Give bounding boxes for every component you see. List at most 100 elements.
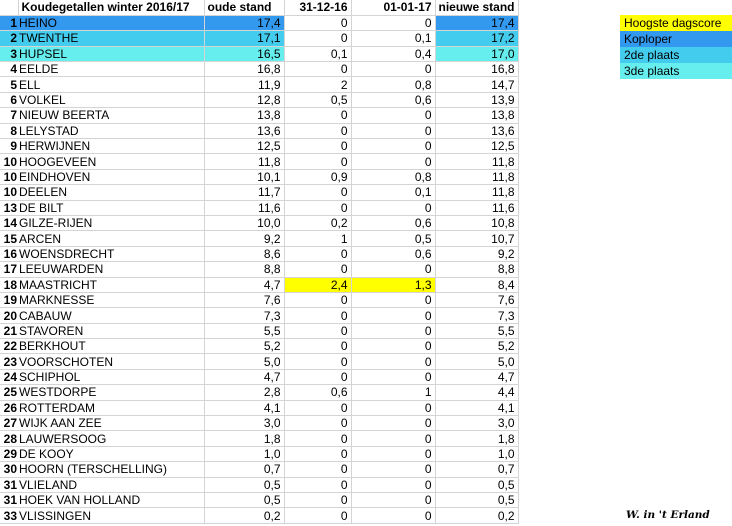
- day2-score-cell[interactable]: 0: [351, 61, 436, 78]
- day2-score-cell[interactable]: 0: [351, 415, 436, 432]
- new-score-cell[interactable]: 4,4: [435, 384, 519, 401]
- day1-score-cell[interactable]: 0: [284, 492, 352, 509]
- day1-score-cell[interactable]: 0: [284, 400, 352, 417]
- old-score-cell[interactable]: 10,1: [204, 169, 285, 186]
- rank-cell[interactable]: 6: [0, 92, 18, 109]
- day2-score-cell[interactable]: 0: [351, 461, 436, 478]
- new-score-cell[interactable]: 17,2: [435, 30, 519, 47]
- station-name-cell[interactable]: SCHIPHOL: [18, 369, 205, 386]
- day1-score-cell[interactable]: 0: [284, 246, 352, 263]
- day1-score-cell[interactable]: 0: [284, 338, 352, 355]
- old-score-cell[interactable]: 5,5: [204, 323, 285, 340]
- new-score-cell[interactable]: 1,0: [435, 446, 519, 463]
- day1-score-cell[interactable]: 0: [284, 477, 352, 494]
- day1-score-cell[interactable]: 0: [284, 307, 352, 324]
- rank-cell[interactable]: 21: [0, 323, 18, 340]
- rank-cell[interactable]: 30: [0, 461, 18, 478]
- day2-score-cell[interactable]: 0: [351, 492, 436, 509]
- new-score-cell[interactable]: 0,7: [435, 461, 519, 478]
- day1-score-cell[interactable]: 0: [284, 107, 352, 124]
- old-score-cell[interactable]: 10,0: [204, 215, 285, 232]
- station-name-cell[interactable]: WOENSDRECHT: [18, 246, 205, 263]
- day2-score-cell[interactable]: 1: [351, 384, 436, 401]
- new-score-cell[interactable]: 11,8: [435, 169, 519, 186]
- day2-score-cell[interactable]: 0: [351, 123, 436, 140]
- day1-score-cell[interactable]: 2: [284, 76, 352, 93]
- day2-score-cell[interactable]: 0: [351, 138, 436, 155]
- day2-score-cell[interactable]: 0,8: [351, 169, 436, 186]
- old-score-cell[interactable]: 13,6: [204, 123, 285, 140]
- old-score-cell[interactable]: 12,5: [204, 138, 285, 155]
- day1-score-cell[interactable]: 0: [284, 200, 352, 216]
- new-score-cell[interactable]: 7,3: [435, 307, 519, 324]
- old-score-cell[interactable]: 4,1: [204, 400, 285, 417]
- station-name-cell[interactable]: HUPSEL: [18, 46, 205, 63]
- new-score-cell[interactable]: 5,5: [435, 323, 519, 340]
- rank-cell[interactable]: 24: [0, 369, 18, 386]
- rank-cell[interactable]: 3: [0, 46, 18, 63]
- day2-score-cell[interactable]: 0: [351, 15, 436, 32]
- new-score-cell[interactable]: 13,9: [435, 92, 519, 109]
- station-name-cell[interactable]: MAASTRICHT: [18, 277, 205, 293]
- station-name-cell[interactable]: LELYSTAD: [18, 123, 205, 140]
- station-name-cell[interactable]: LEEUWARDEN: [18, 261, 205, 278]
- old-score-cell[interactable]: 2,8: [204, 384, 285, 401]
- rank-cell[interactable]: 10: [0, 184, 18, 201]
- day1-score-cell[interactable]: 1: [284, 230, 352, 247]
- new-score-cell[interactable]: 1,8: [435, 430, 519, 447]
- rank-cell[interactable]: 16: [0, 246, 18, 263]
- old-score-cell[interactable]: 4,7: [204, 369, 285, 386]
- new-score-cell[interactable]: 11,8: [435, 153, 519, 170]
- station-name-cell[interactable]: DE BILT: [18, 200, 205, 216]
- new-score-cell[interactable]: 10,8: [435, 215, 519, 232]
- day1-score-cell[interactable]: 0: [284, 353, 352, 370]
- old-score-cell[interactable]: 5,2: [204, 338, 285, 355]
- station-name-cell[interactable]: NIEUW BEERTA: [18, 107, 205, 124]
- day1-score-cell[interactable]: 0,9: [284, 169, 352, 186]
- day2-score-cell[interactable]: 0: [351, 323, 436, 340]
- old-score-cell[interactable]: 0,5: [204, 492, 285, 509]
- new-score-cell[interactable]: 0,5: [435, 492, 519, 509]
- new-score-cell[interactable]: 5,2: [435, 338, 519, 355]
- corner-cell[interactable]: [0, 0, 19, 16]
- day1-score-cell[interactable]: 0: [284, 15, 352, 32]
- day1-score-cell[interactable]: 0,2: [284, 215, 352, 232]
- new-score-cell[interactable]: 14,7: [435, 76, 519, 93]
- day2-score-cell[interactable]: 0: [351, 153, 436, 170]
- station-name-cell[interactable]: ELL: [18, 76, 205, 93]
- header-d2[interactable]: 01-01-17: [351, 0, 436, 16]
- old-score-cell[interactable]: 0,5: [204, 477, 285, 494]
- day2-score-cell[interactable]: 0: [351, 338, 436, 355]
- rank-cell[interactable]: 31: [0, 492, 18, 509]
- day2-score-cell[interactable]: 0,5: [351, 230, 436, 247]
- new-score-cell[interactable]: 8,4: [435, 277, 519, 293]
- old-score-cell[interactable]: 11,6: [204, 200, 285, 216]
- day2-score-cell[interactable]: 0: [351, 369, 436, 386]
- header-new[interactable]: nieuwe stand: [435, 0, 519, 16]
- rank-cell[interactable]: 17: [0, 261, 18, 278]
- station-name-cell[interactable]: WESTDORPE: [18, 384, 205, 401]
- old-score-cell[interactable]: 13,8: [204, 107, 285, 124]
- old-score-cell[interactable]: 0,7: [204, 461, 285, 478]
- old-score-cell[interactable]: 11,9: [204, 76, 285, 93]
- day2-score-cell[interactable]: 0,6: [351, 92, 436, 109]
- new-score-cell[interactable]: 7,6: [435, 292, 519, 309]
- new-score-cell[interactable]: 0,5: [435, 477, 519, 494]
- day2-score-cell[interactable]: 0: [351, 200, 436, 216]
- new-score-cell[interactable]: 5,0: [435, 353, 519, 370]
- station-name-cell[interactable]: ARCEN: [18, 230, 205, 247]
- day2-score-cell[interactable]: 0: [351, 261, 436, 278]
- rank-cell[interactable]: 4: [0, 61, 18, 78]
- station-name-cell[interactable]: LAUWERSOOG: [18, 430, 205, 447]
- old-score-cell[interactable]: 12,8: [204, 92, 285, 109]
- station-name-cell[interactable]: CABAUW: [18, 307, 205, 324]
- new-score-cell[interactable]: 0,2: [435, 507, 519, 524]
- old-score-cell[interactable]: 17,1: [204, 30, 285, 47]
- new-score-cell[interactable]: 16,8: [435, 61, 519, 78]
- day2-score-cell[interactable]: 0: [351, 400, 436, 417]
- day1-score-cell[interactable]: 0,1: [284, 46, 352, 63]
- station-name-cell[interactable]: HOEK VAN HOLLAND: [18, 492, 205, 509]
- new-score-cell[interactable]: 10,7: [435, 230, 519, 247]
- day2-score-cell[interactable]: 0: [351, 353, 436, 370]
- day1-score-cell[interactable]: 0: [284, 30, 352, 47]
